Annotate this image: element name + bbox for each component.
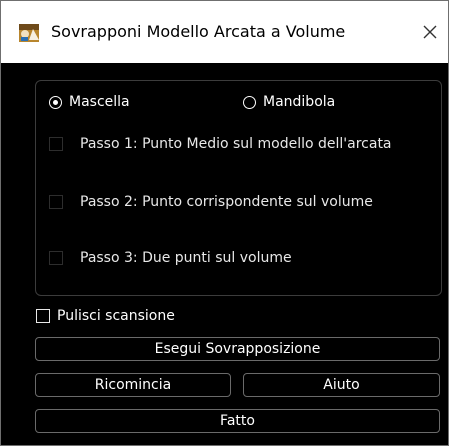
- done-button[interactable]: Fatto: [35, 409, 440, 433]
- close-icon[interactable]: [416, 18, 444, 46]
- radio-unselected-icon: [243, 95, 256, 109]
- app-logo-icon: [18, 22, 40, 44]
- step-1-label: Passo 1: Punto Medio sul modello dell'ar…: [80, 136, 392, 152]
- checkbox-icon: [36, 309, 50, 323]
- checkbox-disabled-icon: [49, 195, 63, 209]
- clear-scan-label: Pulisci scansione: [57, 308, 175, 324]
- radio-mascella[interactable]: Mascella: [49, 94, 130, 110]
- window-title: Sovrapponi Modello Arcata a Volume: [51, 22, 346, 41]
- radio-mascella-label: Mascella: [69, 94, 130, 110]
- step-3-checkbox[interactable]: Passo 3: Due punti sul volume: [49, 250, 292, 266]
- checkbox-disabled-icon: [49, 251, 63, 265]
- help-button[interactable]: Aiuto: [243, 373, 440, 397]
- restart-button[interactable]: Ricomincia: [35, 373, 231, 397]
- step-2-label: Passo 2: Punto corrispondente sul volume: [80, 194, 373, 210]
- dialog-content: Mascella Mandibola Passo 1: Punto Medio …: [1, 63, 448, 445]
- execute-overlay-button[interactable]: Esegui Sovrapposizione: [35, 337, 440, 361]
- radio-mandibola[interactable]: Mandibola: [243, 94, 335, 110]
- step-1-checkbox[interactable]: Passo 1: Punto Medio sul modello dell'ar…: [49, 136, 392, 152]
- step-2-checkbox[interactable]: Passo 2: Punto corrispondente sul volume: [49, 194, 373, 210]
- checkbox-disabled-icon: [49, 137, 63, 151]
- radio-selected-icon: [49, 95, 62, 109]
- clear-scan-checkbox[interactable]: Pulisci scansione: [36, 308, 175, 324]
- title-bar[interactable]: Sovrapponi Modello Arcata a Volume: [1, 1, 448, 63]
- dialog-window: Sovrapponi Modello Arcata a Volume Masce…: [0, 0, 449, 446]
- step-3-label: Passo 3: Due punti sul volume: [80, 250, 292, 266]
- radio-mandibola-label: Mandibola: [263, 94, 336, 110]
